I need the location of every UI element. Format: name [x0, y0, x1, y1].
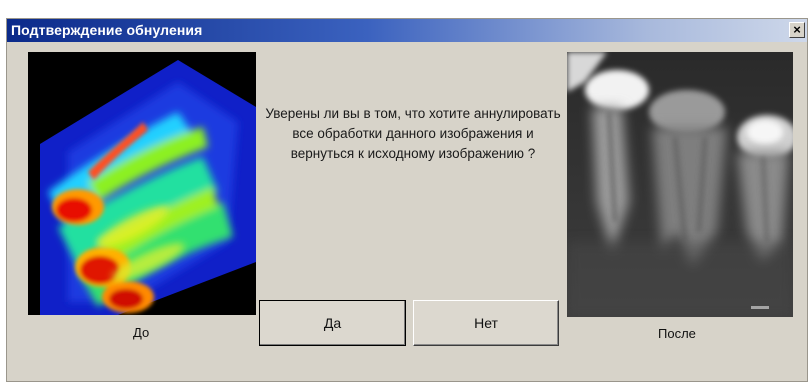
after-image: [567, 52, 793, 317]
dialog-title: Подтверждение обнуления: [11, 22, 203, 38]
no-button[interactable]: Нет: [413, 300, 559, 346]
before-caption: До: [133, 325, 150, 340]
confirmation-message: Уверены ли вы в том, что хотите аннулиро…: [265, 106, 561, 161]
before-image: [28, 52, 256, 315]
false-color-xray-image: [28, 52, 256, 315]
title-bar[interactable]: Подтверждение обнуления ×: [7, 19, 807, 42]
grayscale-xray-image: [567, 52, 793, 317]
after-caption: После: [658, 326, 696, 341]
yes-button[interactable]: Да: [259, 300, 406, 346]
close-icon[interactable]: ×: [789, 22, 805, 38]
